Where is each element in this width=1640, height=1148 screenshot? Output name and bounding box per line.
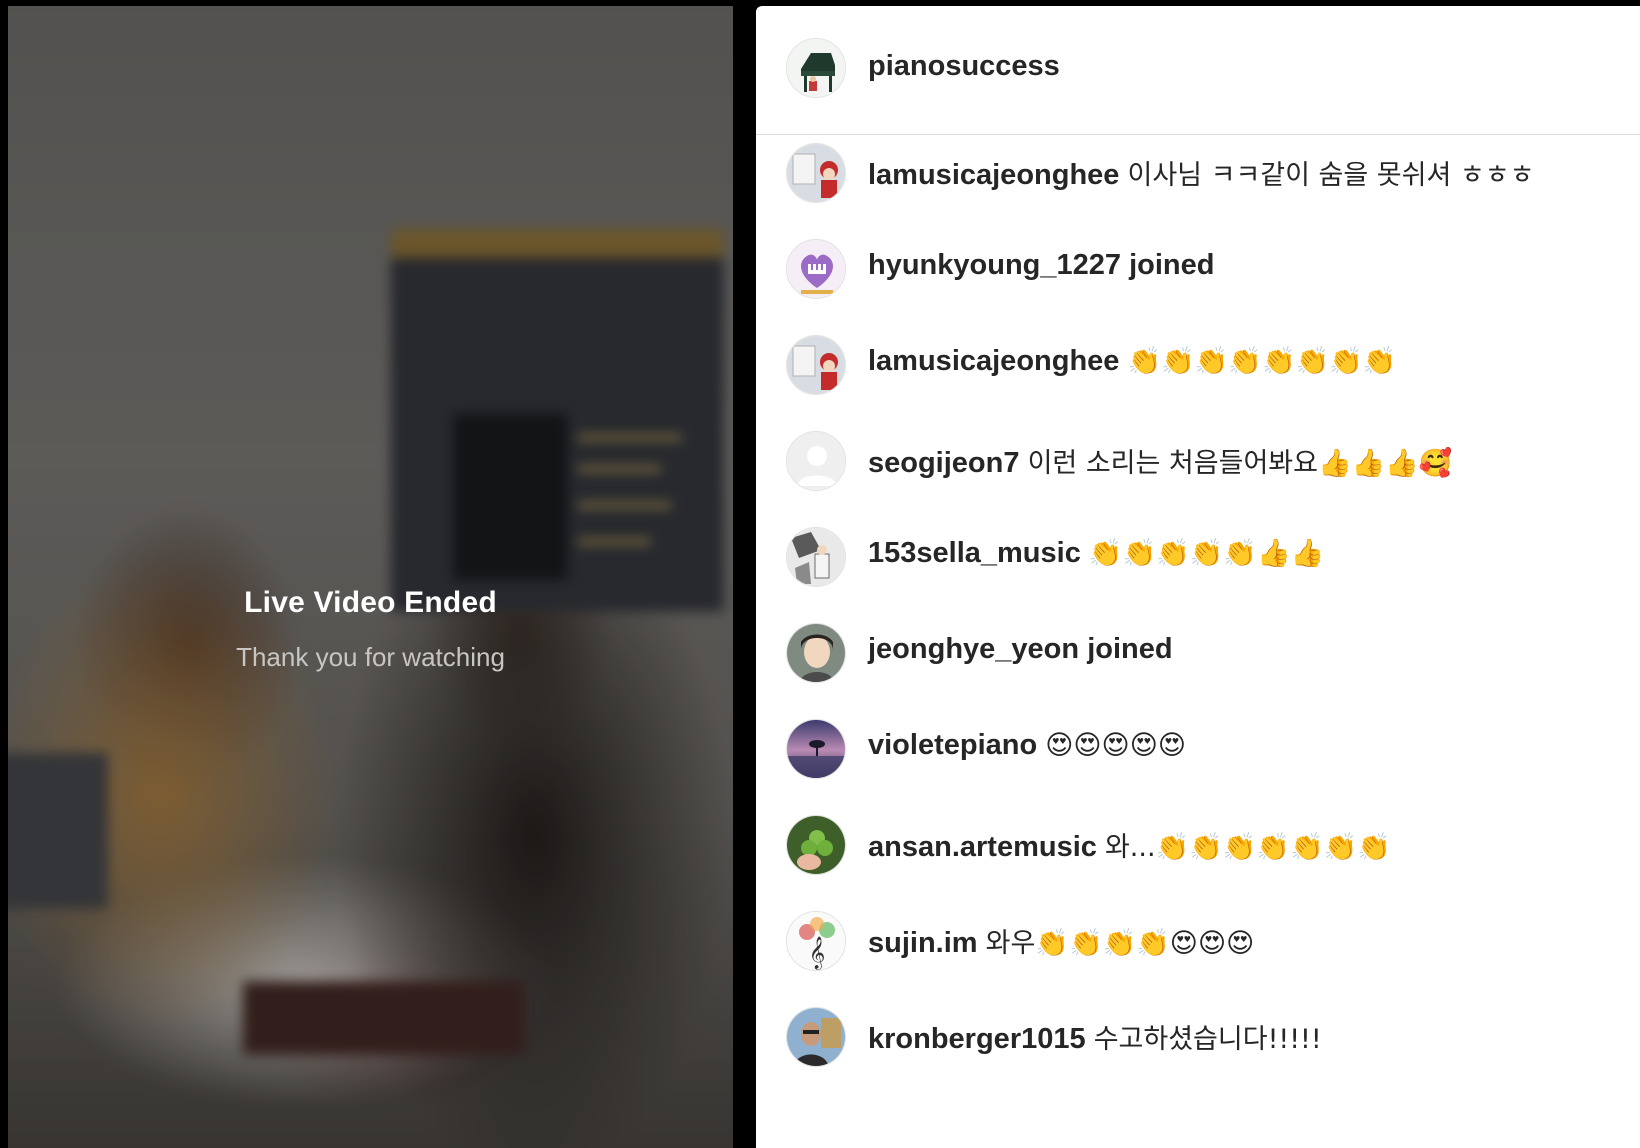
video-player[interactable]: Live Video Ended Thank you for watching xyxy=(8,6,733,1148)
grand-piano-icon[interactable] xyxy=(786,38,846,98)
comment-item: kronberger1015 수고하셨습니다!!!!! xyxy=(756,999,1640,1099)
comment-username[interactable]: ansan.artemusic xyxy=(868,831,1097,863)
comment-item: ansan.artemusic 와...👏👏👏👏👏👏👏 xyxy=(756,807,1640,907)
comment-text: seogijeon7 이런 소리는 처음들어봐요👍👍👍🥰 xyxy=(868,441,1452,480)
comment-item: seogijeon7 이런 소리는 처음들어봐요👍👍👍🥰 xyxy=(756,423,1640,523)
comment-item: lamusicajeonghee 👏👏👏👏👏👏👏👏 xyxy=(756,327,1640,427)
comment-item: violetepiano 😍😍😍😍😍 xyxy=(756,711,1640,811)
comment-message: 😍😍😍😍😍 xyxy=(1045,730,1187,761)
comment-item: 𝄞 sujin.im 와우👏👏👏👏😍😍😍 xyxy=(756,903,1640,1003)
svg-text:𝄞: 𝄞 xyxy=(809,936,826,970)
comment-text: sujin.im 와우👏👏👏👏😍😍😍 xyxy=(868,921,1254,960)
comment-message: 수고하셨습니다!!!!! xyxy=(1093,1024,1322,1055)
comment-text: violetepiano 😍😍😍😍😍 xyxy=(868,729,1186,762)
comment-item: hyunkyoung_1227 joined xyxy=(756,231,1640,331)
comment-message: 와우👏👏👏👏😍😍😍 xyxy=(985,928,1255,959)
doll-icon[interactable] xyxy=(786,335,846,395)
joined-label: joined xyxy=(1087,633,1173,665)
comment-username[interactable]: sujin.im xyxy=(868,927,978,959)
comment-text: kronberger1015 수고하셨습니다!!!!! xyxy=(868,1017,1322,1056)
portrait-icon[interactable] xyxy=(786,623,846,683)
broadcaster-username[interactable]: pianosuccess xyxy=(868,50,1060,83)
clover-icon[interactable] xyxy=(786,815,846,875)
comment-username[interactable]: seogijeon7 xyxy=(868,447,1020,479)
comment-username[interactable]: 153sella_music xyxy=(868,537,1081,569)
comment-message: 이사님 ㅋㅋ같이 숨을 못쉬셔 ㅎㅎㅎ xyxy=(1127,160,1535,191)
comment-message: 👏👏👏👏👏👏👏👏 xyxy=(1127,346,1397,377)
comment-message: 와...👏👏👏👏👏👏👏 xyxy=(1104,832,1391,863)
live-video-viewer: Live Video Ended Thank you for watching … xyxy=(0,0,1640,1148)
comments-panel: pianosuccess lamusicajeonghee 이사님 ㅋㅋ같이 숨… xyxy=(756,6,1640,1148)
sunset-tree-icon[interactable] xyxy=(786,719,846,779)
comment-message: 👏👏👏👏👏👍👍 xyxy=(1088,538,1325,569)
doll-icon[interactable] xyxy=(786,143,846,203)
comment-username[interactable]: lamusicajeonghee xyxy=(868,345,1119,377)
comment-username[interactable]: kronberger1015 xyxy=(868,1023,1086,1055)
comment-text: lamusicajeonghee 👏👏👏👏👏👏👏👏 xyxy=(868,345,1396,378)
joined-label: joined xyxy=(1129,249,1215,281)
video-dim-overlay xyxy=(8,6,733,1148)
panel-header: pianosuccess xyxy=(756,6,1640,135)
comment-item: jeonghye_yeon joined xyxy=(756,615,1640,715)
comment-item: 153sella_music 👏👏👏👏👏👍👍 xyxy=(756,519,1640,619)
live-ended-title: Live Video Ended xyxy=(244,586,497,619)
comment-text: 153sella_music 👏👏👏👏👏👍👍 xyxy=(868,537,1324,570)
purple-piano-logo-icon[interactable] xyxy=(786,239,846,299)
comment-text: lamusicajeonghee 이사님 ㅋㅋ같이 숨을 못쉬셔 ㅎㅎㅎ xyxy=(868,153,1534,192)
comment-text: ansan.artemusic 와...👏👏👏👏👏👏👏 xyxy=(868,825,1391,864)
comment-username[interactable]: violetepiano xyxy=(868,729,1037,761)
comment-username[interactable]: jeonghye_yeon xyxy=(868,633,1079,665)
comment-text: hyunkyoung_1227 joined xyxy=(868,249,1214,282)
live-ended-subtitle: Thank you for watching xyxy=(236,642,505,672)
comment-username[interactable]: lamusicajeonghee xyxy=(868,159,1119,191)
man-portrait-icon[interactable] xyxy=(786,1007,846,1067)
comment-text: jeonghye_yeon joined xyxy=(868,633,1173,666)
comment-message: 이런 소리는 처음들어봐요👍👍👍🥰 xyxy=(1027,448,1453,479)
comment-username[interactable]: hyunkyoung_1227 xyxy=(868,249,1121,281)
treble-clef-tree-icon[interactable]: 𝄞 xyxy=(786,911,846,971)
illustration-icon[interactable] xyxy=(786,527,846,587)
comment-item: lamusicajeonghee 이사님 ㅋㅋ같이 숨을 못쉬셔 ㅎㅎㅎ xyxy=(756,135,1640,235)
default-user-icon[interactable] xyxy=(786,431,846,491)
